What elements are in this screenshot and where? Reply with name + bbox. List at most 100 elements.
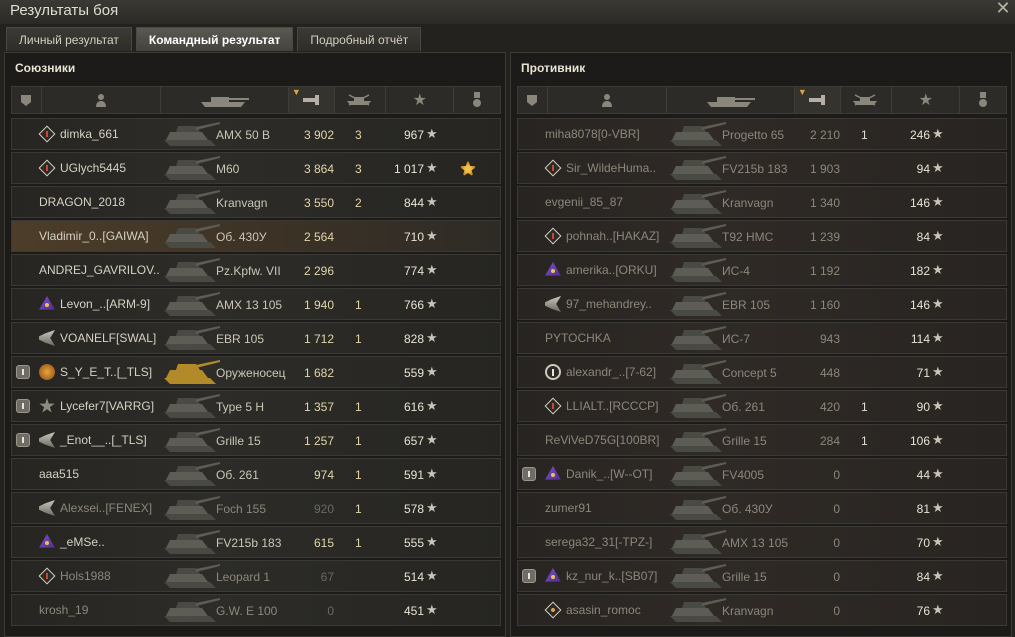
table-row[interactable]: S_Y_E_T..[_TLS] Оруженосец 1 682 559 ★: [11, 356, 501, 388]
tank-image: [164, 428, 220, 452]
player-name: Lycefer7[VARRG]: [60, 399, 155, 413]
frags-column-header[interactable]: [335, 87, 387, 113]
rank-icon: [39, 534, 55, 548]
damage-value: 1 192: [809, 264, 840, 278]
table-row[interactable]: alexandr_..[7-62] Concept 5 448 71 ★: [517, 356, 1007, 388]
table-row[interactable]: Alexsei..[FENEX] Foch 155 920 1 578 ★: [11, 492, 501, 524]
tank-name: Об. 261: [722, 400, 765, 414]
table-row[interactable]: Danik_..[W--OT] FV4005 0 44 ★: [517, 458, 1007, 490]
tank-name: G.W. E 100: [216, 604, 278, 618]
medal-column-header[interactable]: [454, 87, 500, 113]
table-row[interactable]: Hols1988 Leopard 1 67 514 ★: [11, 560, 501, 592]
platoon-badge-icon: [522, 569, 536, 583]
table-row[interactable]: serega32_31[-TPZ-] AMX 13 105 0 70 ★: [517, 526, 1007, 558]
medal-column-header[interactable]: [960, 87, 1006, 113]
damage-column-header[interactable]: ▼: [794, 87, 841, 113]
frags-column-header[interactable]: [841, 87, 893, 113]
table-row[interactable]: VOANELF[SWAL] EBR 105 1 712 1 828 ★: [11, 322, 501, 354]
xp-star-icon: ★: [426, 500, 438, 515]
rank-icon: [39, 330, 55, 346]
table-row[interactable]: zumer91 Об. 430У 0 81 ★: [517, 492, 1007, 524]
table-row[interactable]: 97_mehandrey.. EBR 105 1 160 146 ★: [517, 288, 1007, 320]
table-row[interactable]: asasin_romoc Kranvagn 0 76 ★: [517, 594, 1007, 626]
player-column-header[interactable]: [548, 87, 668, 113]
frags-value: 2: [355, 196, 362, 210]
player-name: aaa515: [39, 467, 80, 481]
table-row[interactable]: amerika..[ORKU] ИС-4 1 192 182 ★: [517, 254, 1007, 286]
table-row[interactable]: LLIALT..[RCCCP] Об. 261 420 1 90 ★: [517, 390, 1007, 422]
frags-value: 1: [355, 434, 362, 448]
rank-icon: [544, 227, 562, 245]
tab-detailed-report[interactable]: Подробный отчёт: [297, 27, 422, 51]
table-row[interactable]: PYTOCHKA ИС-7 943 114 ★: [517, 322, 1007, 354]
player-icon: [96, 94, 107, 107]
rank-icon: [545, 568, 561, 582]
tank-name: Grille 15: [722, 570, 767, 584]
table-row[interactable]: DRAGON_2018 Kranvagn 3 550 2 844 ★: [11, 186, 501, 218]
medal-icon: [458, 159, 478, 178]
xp-star-icon: ★: [932, 602, 944, 617]
tank-image: [670, 394, 726, 418]
table-row[interactable]: Vladimir_0..[GAIWA] Об. 430У 2 564 710 ★: [11, 220, 501, 252]
table-row[interactable]: Levon_..[ARM-9] AMX 13 105 1 940 1 766 ★: [11, 288, 501, 320]
xp-value: 616: [403, 400, 424, 414]
table-row[interactable]: _Enot__..[_TLS] Grille 15 1 257 1 657 ★: [11, 424, 501, 456]
rank-icon: [39, 398, 55, 413]
frags-value: 3: [355, 128, 362, 142]
tab-personal-result[interactable]: Личный результат: [6, 27, 132, 51]
xp-column-header[interactable]: ★: [386, 87, 455, 113]
tank-column-header[interactable]: [161, 87, 289, 113]
xp-star-icon: ★: [932, 194, 944, 209]
table-row[interactable]: Sir_WildeHuma.. FV215b 183 1 903 94 ★: [517, 152, 1007, 184]
platoon-column-header[interactable]: [12, 87, 42, 113]
table-row[interactable]: miha8078[0-VBR] Progetto 65 2 210 1 246 ★: [517, 118, 1007, 150]
enemies-panel: Противник ▼ ★ miha8078[0-VBR] Progetto 65…: [510, 52, 1012, 637]
xp-star-icon: ★: [426, 296, 438, 311]
rank-icon: [39, 364, 55, 380]
tank-name: Grille 15: [216, 434, 261, 448]
tank-image: [164, 530, 220, 554]
rank-icon: [39, 432, 55, 448]
table-row[interactable]: ReViVeD75G[100BR] Grille 15 284 1 106 ★: [517, 424, 1007, 456]
table-row[interactable]: _eMSe.. FV215b 183 615 1 555 ★: [11, 526, 501, 558]
rank-icon: [38, 567, 56, 585]
tab-team-result[interactable]: Командный результат: [135, 27, 294, 51]
damage-value: 1 239: [809, 230, 840, 244]
table-row[interactable]: dimka_661 AMX 50 B 3 902 3 967 ★: [11, 118, 501, 150]
xp-value: 514: [403, 570, 424, 584]
damage-value: 0: [833, 536, 840, 550]
platoon-badge-icon: [16, 365, 30, 379]
xp-value: 1 017: [393, 162, 424, 176]
tank-name: Kranvagn: [722, 196, 774, 210]
table-row[interactable]: kz_nur_k..[SB07] Grille 15 0 84 ★: [517, 560, 1007, 592]
xp-star-icon: ★: [932, 228, 944, 243]
xp-value: 774: [403, 264, 424, 278]
player-name: LLIALT..[RCCCP]: [566, 399, 659, 413]
tank-name: T92 HMC: [722, 230, 774, 244]
table-row[interactable]: pohnah..[HAKAZ] T92 HMC 1 239 84 ★: [517, 220, 1007, 252]
player-name: Danik_..[W--OT]: [566, 467, 653, 481]
table-row[interactable]: ANDREJ_GAVRILOV.. Pz.Kpfw. VII 2 296 774 ★: [11, 254, 501, 286]
table-row[interactable]: UGlych5445 M60 3 864 3 1 017 ★: [11, 152, 501, 184]
damage-value: 2 564: [303, 230, 334, 244]
damage-value: 0: [833, 468, 840, 482]
platoon-badge-icon: [16, 399, 30, 413]
damage-column-header[interactable]: ▼: [288, 87, 335, 113]
tank-column-header[interactable]: [667, 87, 795, 113]
platoon-column-header[interactable]: [518, 87, 548, 113]
player-column-header[interactable]: [42, 87, 162, 113]
damage-value: 1 682: [303, 366, 334, 380]
tank-image: [670, 462, 726, 486]
xp-column-header[interactable]: ★: [892, 87, 961, 113]
tank-image: [164, 156, 220, 180]
table-row[interactable]: aaa515 Об. 261 974 1 591 ★: [11, 458, 501, 490]
tank-image: [670, 428, 726, 452]
xp-value: 578: [403, 502, 424, 516]
table-row[interactable]: Lycefer7[VARRG] Type 5 H 1 357 1 616 ★: [11, 390, 501, 422]
tank-image: [670, 190, 726, 214]
xp-star-icon: ★: [426, 568, 438, 583]
table-row[interactable]: evgenii_85_87 Kranvagn 1 340 146 ★: [517, 186, 1007, 218]
table-row[interactable]: krosh_19 G.W. E 100 0 451 ★: [11, 594, 501, 626]
close-icon[interactable]: ✕: [995, 0, 1011, 17]
xp-star-icon: ★: [932, 330, 944, 345]
